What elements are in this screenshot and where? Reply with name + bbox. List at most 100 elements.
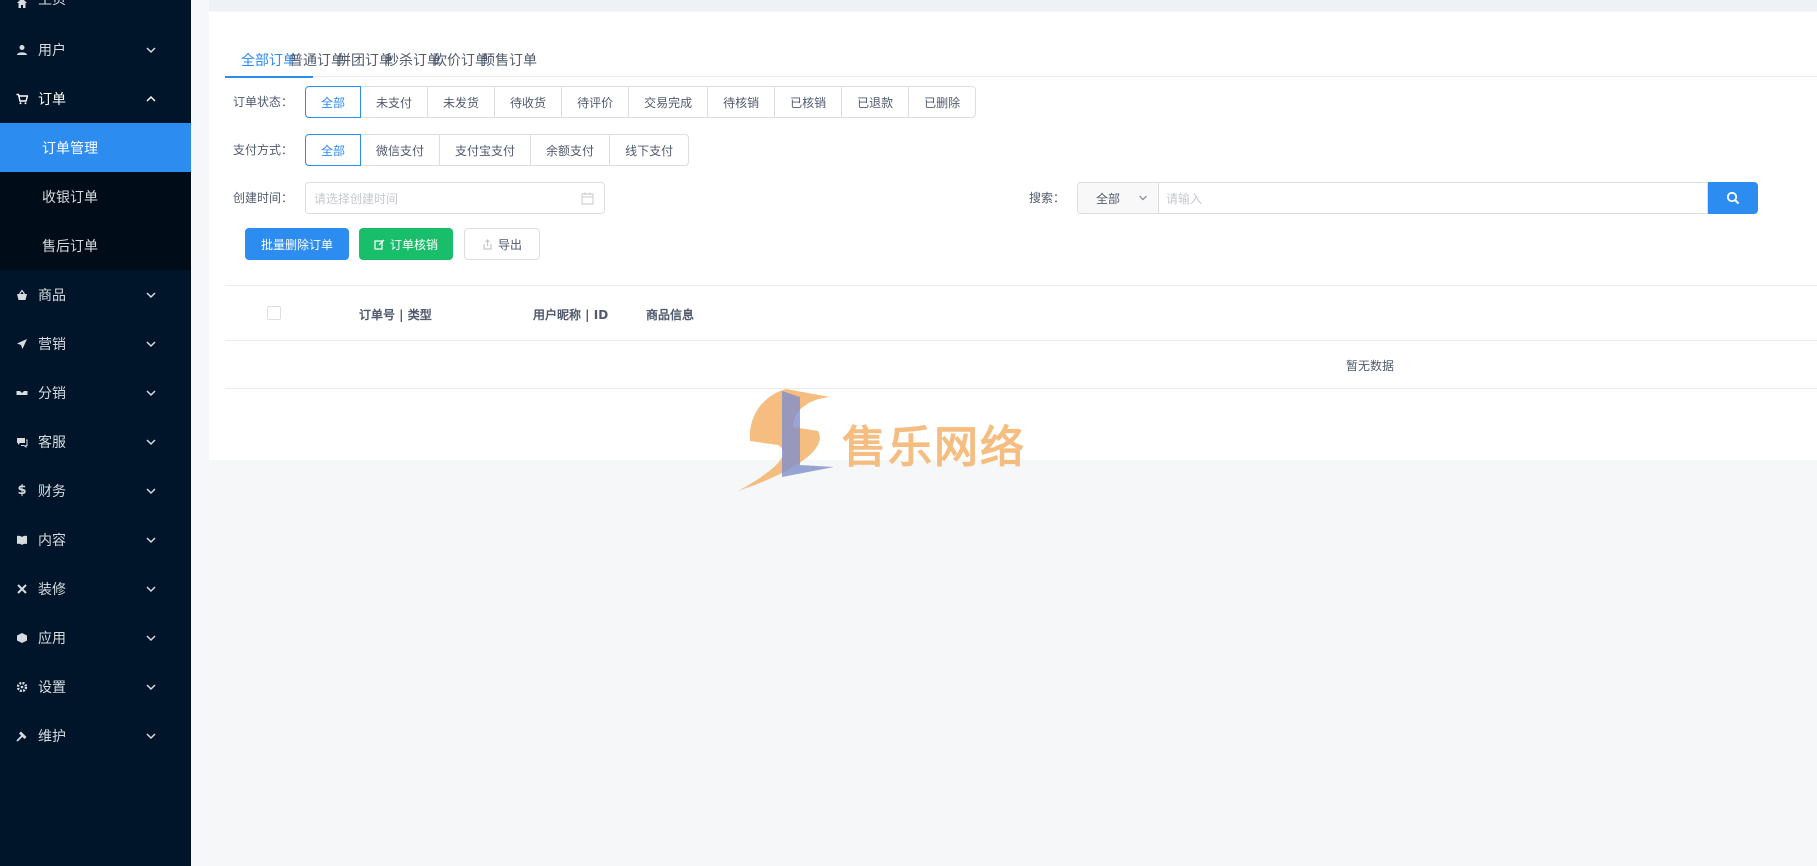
chevron-down-icon (146, 634, 156, 641)
sidebar-item-label: 商品 (38, 287, 66, 304)
chevron-down-icon (146, 46, 156, 53)
book-icon (16, 534, 28, 546)
sidebar-subitem-cashier-order[interactable]: 收银订单 (0, 172, 191, 221)
sidebar-item-marketing[interactable]: 营销 (0, 319, 191, 368)
gear-icon (16, 681, 28, 693)
order-status-group: 全部 未支付 未发货 待收货 待评价 交易完成 待核销 已核销 已退款 已删除 (305, 86, 977, 118)
status-unshipped[interactable]: 未发货 (427, 86, 496, 118)
sidebar-subitem-order-management[interactable]: 订单管理 (0, 123, 191, 172)
home-icon (16, 0, 28, 9)
order-type-tabs: 全部订单 普通订单 拼团订单 秒杀订单 砍价订单 预售订单 (225, 37, 1817, 78)
col-product: 商品信息 (646, 308, 695, 322)
sidebar-item-service[interactable]: 客服 (0, 417, 191, 466)
pay-balance[interactable]: 余额支付 (530, 134, 611, 166)
batch-delete-button[interactable]: 批量删除订单 (245, 228, 349, 260)
create-time-picker[interactable]: 请选择创建时间 (305, 182, 605, 214)
tab-presale-orders[interactable]: 预售订单 (481, 37, 537, 77)
chevron-down-icon (146, 585, 156, 592)
chevron-down-icon (1139, 195, 1147, 201)
chevron-down-icon (146, 732, 156, 739)
sidebar-item-label: 内容 (38, 532, 66, 549)
chevron-down-icon (146, 291, 156, 298)
cart-icon (16, 93, 28, 105)
search-icon (1726, 191, 1740, 205)
sidebar-item-distribution[interactable]: 分销 (0, 368, 191, 417)
tools-icon (16, 583, 28, 595)
status-to-receive[interactable]: 待收货 (494, 86, 563, 118)
payment-method-label: 支付方式： (233, 143, 294, 157)
table-body: 暂无数据 (225, 341, 1817, 389)
chevron-down-icon (146, 340, 156, 347)
status-all[interactable]: 全部 (305, 86, 362, 118)
pay-offline[interactable]: 线下支付 (609, 134, 690, 166)
sidebar-item-product[interactable]: 商品 (0, 270, 191, 319)
edit-icon (374, 239, 385, 250)
hammer-icon (16, 730, 28, 742)
status-to-verify[interactable]: 待核销 (707, 86, 776, 118)
sidebar-item-label: 财务 (38, 483, 66, 500)
sidebar-item-home[interactable]: 主页 (0, 0, 191, 9)
pay-all[interactable]: 全部 (305, 134, 362, 166)
create-time-label: 创建时间： (233, 191, 294, 205)
sidebar-item-label: 用户 (38, 42, 66, 59)
search-field-select[interactable]: 全部 (1077, 182, 1159, 214)
pay-alipay[interactable]: 支付宝支付 (439, 134, 532, 166)
status-verified[interactable]: 已核销 (774, 86, 843, 118)
sidebar-item-settings[interactable]: 设置 (0, 662, 191, 711)
chevron-down-icon (146, 389, 156, 396)
status-completed[interactable]: 交易完成 (628, 86, 709, 118)
chevron-down-icon (146, 487, 156, 494)
export-button[interactable]: 导出 (464, 228, 540, 260)
status-to-review[interactable]: 待评价 (561, 86, 630, 118)
sidebar-item-content[interactable]: 内容 (0, 515, 191, 564)
empty-text: 暂无数据 (1345, 359, 1394, 373)
handshake-icon (16, 387, 28, 399)
search-label: 搜索： (1029, 191, 1066, 205)
chevron-down-icon (146, 683, 156, 690)
chat-icon (16, 436, 28, 448)
chevron-down-icon (146, 536, 156, 543)
calendar-icon (581, 192, 594, 205)
user-icon (16, 44, 28, 56)
search-input[interactable]: 请输入 (1158, 182, 1708, 214)
pay-wechat[interactable]: 微信支付 (360, 134, 441, 166)
payment-method-group: 全部 微信支付 支付宝支付 余额支付 线下支付 (305, 134, 690, 166)
table-header: 订单号 | 类型 用户昵称 | ID 商品信息 (225, 285, 1817, 341)
sidebar-item-label: 设置 (38, 679, 66, 696)
verify-order-button[interactable]: 订单核销 (359, 228, 453, 260)
sidebar-item-label: 主页 (38, 0, 66, 8)
basket-icon (16, 288, 28, 301)
order-table: 订单号 | 类型 用户昵称 | ID 商品信息 暂无数据 (225, 285, 1817, 389)
status-unpaid[interactable]: 未支付 (360, 86, 429, 118)
chevron-up-icon (146, 95, 156, 102)
sidebar-item-label: 客服 (38, 434, 66, 451)
sidebar-item-label: 维护 (38, 728, 66, 745)
sidebar-item-finance[interactable]: $ 财务 (0, 466, 191, 515)
verify-order-label: 订单核销 (389, 237, 438, 252)
order-status-label: 订单状态： (233, 95, 294, 109)
order-submenu: 订单管理 收银订单 售后订单 (0, 123, 191, 270)
search-select-value: 全部 (1096, 191, 1121, 206)
sidebar-item-decoration[interactable]: 装修 (0, 564, 191, 613)
sidebar-item-maintenance[interactable]: 维护 (0, 711, 191, 760)
cube-icon (16, 632, 28, 644)
status-refunded[interactable]: 已退款 (841, 86, 910, 118)
sidebar-item-user[interactable]: 用户 (0, 25, 191, 74)
search-button[interactable] (1708, 182, 1758, 214)
sidebar-item-order[interactable]: 订单 (0, 74, 191, 123)
sidebar-item-label: 分销 (38, 385, 66, 402)
sidebar: 主页 用户 订单 订单管理 收银订单 售后订单 商品 营销 分销 客服 $ 财务 (0, 0, 191, 866)
status-deleted[interactable]: 已删除 (908, 86, 977, 118)
sidebar-item-label: 应用 (38, 630, 66, 647)
col-order-no: 订单号 | 类型 (359, 308, 432, 322)
sidebar-item-apps[interactable]: 应用 (0, 613, 191, 662)
sidebar-subitem-aftersale-order[interactable]: 售后订单 (0, 221, 191, 270)
export-label: 导出 (497, 237, 522, 252)
sidebar-item-label: 装修 (38, 581, 66, 598)
send-icon (16, 338, 28, 350)
watermark-logo: 售乐网络 (738, 385, 1068, 495)
select-all-checkbox[interactable] (267, 306, 281, 320)
top-strip (209, 0, 1817, 11)
col-user: 用户昵称 | ID (533, 308, 609, 322)
sidebar-item-label: 营销 (38, 336, 66, 353)
